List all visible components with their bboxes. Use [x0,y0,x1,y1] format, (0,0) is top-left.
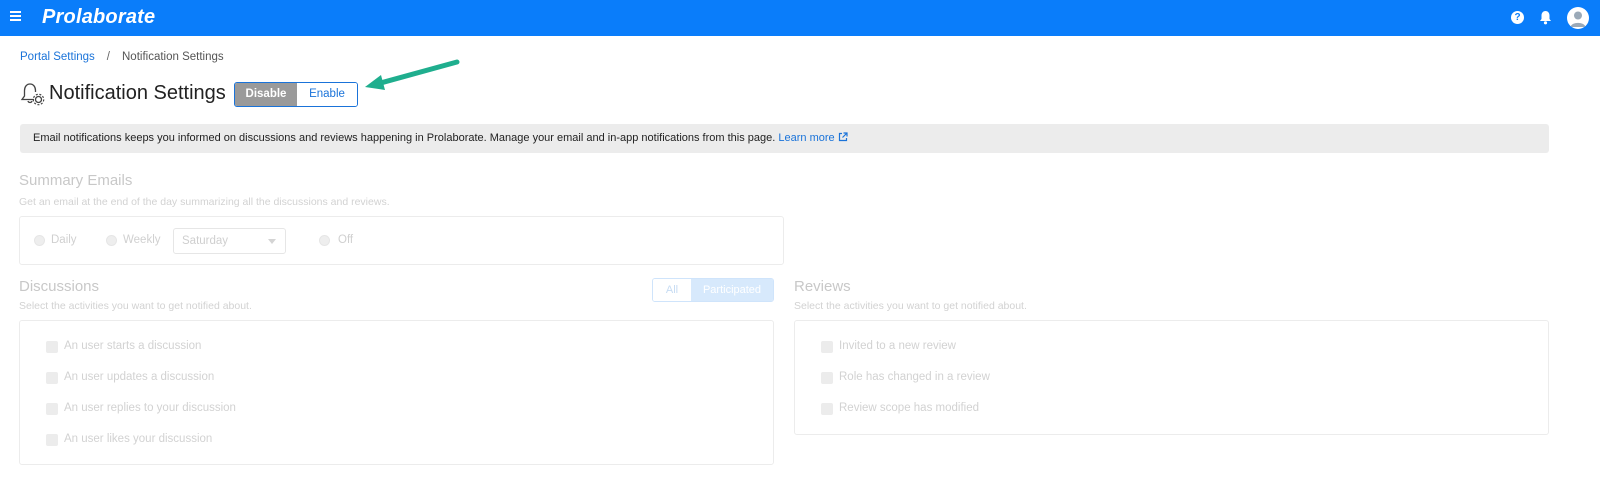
learn-more-link[interactable]: Learn more [778,132,848,144]
breadcrumb-separator: / [106,51,110,63]
checkbox-discussion-reply[interactable] [46,403,58,415]
review-item-label: Review scope has modified [839,402,979,414]
discussion-item-label: An user likes your discussion [64,433,213,445]
checkbox-review-role[interactable] [821,372,833,384]
weekday-select-value: Saturday [182,235,229,247]
summary-emails-title: Summary Emails [19,172,133,189]
external-link-icon [838,132,848,142]
weekday-select[interactable]: Saturday [173,228,286,254]
discussions-filter: All Participated [652,278,774,302]
checkbox-discussion-start[interactable] [46,341,58,353]
info-banner: Email notifications keeps you informed o… [20,124,1549,153]
breadcrumb-current: Notification Settings [122,51,224,63]
help-icon[interactable]: ? [1511,11,1524,24]
reviews-description: Select the activities you want to get no… [794,300,1027,312]
enable-button[interactable]: Enable [297,83,357,106]
discussion-item-label: An user starts a discussion [64,340,202,352]
review-item-label: Invited to a new review [839,340,956,352]
discussions-description: Select the activities you want to get no… [19,300,252,312]
annotation-arrow [363,56,463,97]
disable-button[interactable]: Disable [235,83,297,106]
radio-off[interactable] [319,235,330,246]
radio-off-label: Off [338,234,354,246]
page-title: Notification Settings [49,82,226,104]
app-logo[interactable]: Prolaborate [42,6,155,29]
discussions-title: Discussions [19,278,100,295]
breadcrumb-portal-settings[interactable]: Portal Settings [20,51,95,63]
discussion-item-label: An user replies to your discussion [64,402,236,414]
radio-weekly[interactable] [106,235,117,246]
discussion-item-label: An user updates a discussion [64,371,215,383]
radio-daily-label: Daily [51,234,77,246]
review-item-label: Role has changed in a review [839,371,990,383]
discussions-box: An user starts a discussion An user upda… [19,320,774,465]
chevron-down-icon [268,239,276,244]
notification-toggle: Disable Enable [234,82,358,107]
user-avatar[interactable] [1567,7,1589,29]
checkbox-review-scope[interactable] [821,403,833,415]
checkbox-discussion-like[interactable] [46,434,58,446]
top-bar: Prolaborate ? [0,0,1600,36]
menu-icon[interactable] [10,11,21,21]
reviews-title: Reviews [794,278,851,295]
breadcrumb: Portal Settings / Notification Settings [20,51,224,63]
summary-emails-box: Daily Weekly Saturday Off [19,216,784,265]
radio-daily[interactable] [34,235,45,246]
checkbox-review-invited[interactable] [821,341,833,353]
filter-participated-tab[interactable]: Participated [691,279,773,301]
bell-icon[interactable] [1539,10,1552,30]
radio-weekly-label: Weekly [123,234,161,246]
checkbox-discussion-update[interactable] [46,372,58,384]
reviews-box: Invited to a new review Role has changed… [794,320,1549,435]
summary-emails-description: Get an email at the end of the day summa… [19,196,390,208]
info-text: Email notifications keeps you informed o… [33,132,776,144]
bell-settings-icon [19,81,46,113]
filter-all-tab[interactable]: All [653,279,691,301]
